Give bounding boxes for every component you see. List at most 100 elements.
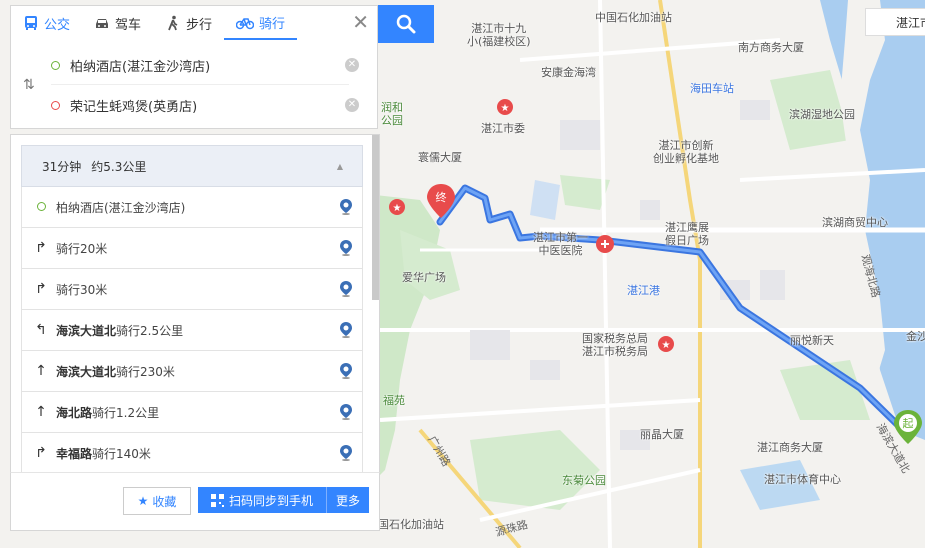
qr-sync-button[interactable]: 扫码同步到手机 xyxy=(198,487,326,513)
svg-text:★: ★ xyxy=(393,203,402,214)
locate-pin-icon[interactable] xyxy=(340,404,352,420)
route-step[interactable]: ↱ 幸福路 骑行140米 xyxy=(21,433,363,474)
clear-start-icon[interactable]: ✕ xyxy=(345,58,359,72)
mode-label: 步行 xyxy=(186,17,213,33)
straight-icon: ↑ xyxy=(35,363,47,379)
route-step[interactable]: 柏纳酒店(湛江金沙湾店) xyxy=(21,187,363,228)
map-label-huanru: 寰儒大厦 xyxy=(418,151,462,164)
step-text: 骑行2.5公里 xyxy=(116,323,184,338)
start-dot-icon xyxy=(51,60,60,70)
map-label-jinshawan: 安康金海湾 xyxy=(541,66,596,79)
mode-bus[interactable]: 公交 xyxy=(11,6,82,40)
mode-label: 驾车 xyxy=(115,17,142,33)
map-label-tiyu: 湛江市体育中心 xyxy=(764,473,841,486)
end-text: 荣记生蚝鸡煲(英勇店) xyxy=(70,99,198,115)
qr-label: 扫码同步到手机 xyxy=(228,493,313,508)
close-icon[interactable]: ✕ xyxy=(352,12,369,32)
map-label-dongju: 东菊公园 xyxy=(562,474,606,487)
end-dot-icon xyxy=(51,100,60,110)
locate-pin-icon[interactable] xyxy=(340,281,352,297)
turn-left-icon: ↰ xyxy=(35,322,47,338)
route-step[interactable]: ↑ 海滨大道北 骑行230米 xyxy=(21,351,363,392)
step-text: 骑行230米 xyxy=(116,364,175,379)
walk-icon xyxy=(168,15,178,31)
map-label-fuyuan: 福苑 xyxy=(383,394,405,407)
map-label-binhu-center: 滨湖商贸中心 xyxy=(822,216,888,229)
locate-pin-icon[interactable] xyxy=(340,240,352,256)
government-icon[interactable]: ★ xyxy=(658,336,674,352)
start-dot-icon xyxy=(30,199,52,215)
step-road: 海北路 xyxy=(56,405,93,420)
svg-text:起: 起 xyxy=(903,417,914,430)
locate-pin-icon[interactable] xyxy=(340,199,352,215)
route-footer: ★ 收藏 扫码同步到手机 更多 xyxy=(10,472,380,531)
bus-icon xyxy=(25,16,37,30)
bike-icon xyxy=(236,18,255,30)
locate-pin-icon[interactable] xyxy=(340,445,352,461)
search-button[interactable] xyxy=(378,5,434,43)
step-road: 海滨大道北 xyxy=(56,364,117,379)
start-text: 柏纳酒店(湛江金沙湾店) xyxy=(70,59,211,75)
map-label-chuangxin: 湛江市创新 创业孵化基地 xyxy=(653,139,719,165)
straight-icon: ↑ xyxy=(35,404,47,420)
route-step[interactable]: ↱ 骑行30米 xyxy=(21,269,363,310)
step-text: 骑行30米 xyxy=(56,282,108,297)
more-label: 更多 xyxy=(335,493,360,508)
route-summary[interactable]: 31分钟 约5.3公里 ▲ xyxy=(21,145,363,187)
svg-text:★: ★ xyxy=(662,340,671,351)
svg-text:终: 终 xyxy=(436,190,447,204)
start-field[interactable]: 柏纳酒店(湛江金沙湾店) ✕ xyxy=(51,46,359,85)
qr-icon xyxy=(210,493,224,507)
route-step[interactable]: ↰ 海滨大道北 骑行2.5公里 xyxy=(21,310,363,351)
route-step[interactable]: ↑ 海北路 骑行1.2公里 xyxy=(21,392,363,433)
step-text: 骑行140米 xyxy=(92,446,151,461)
mode-car[interactable]: 驾车 xyxy=(82,6,153,40)
more-button[interactable]: 更多 xyxy=(326,487,369,513)
map-label-hospital: 湛江市第一 中医医院 xyxy=(533,231,588,257)
duration: 31分钟 xyxy=(42,159,82,174)
government-icon[interactable]: ★ xyxy=(497,99,513,115)
distance: 约5.3公里 xyxy=(91,159,147,174)
hospital-icon[interactable] xyxy=(596,235,614,253)
map-label-tax: 国家税务总局 湛江市税务局 xyxy=(582,332,648,358)
step-road: 幸福路 xyxy=(56,446,93,461)
map-label-liyue: 丽悦新天 xyxy=(790,334,834,347)
mode-label: 公交 xyxy=(44,17,71,33)
city-selector[interactable]: 湛江市 xyxy=(865,8,925,36)
locate-pin-icon[interactable] xyxy=(340,363,352,379)
mode-walk[interactable]: 步行 xyxy=(153,6,224,40)
step-text: 骑行1.2公里 xyxy=(92,405,160,420)
map-label-park: 润和 公园 xyxy=(381,101,403,127)
favorite-button[interactable]: ★ 收藏 xyxy=(123,487,191,515)
star-icon: ★ xyxy=(137,494,149,508)
locate-pin-icon[interactable] xyxy=(340,322,352,338)
government-icon[interactable]: ★ xyxy=(389,199,405,215)
route-inputs: ⇅ 柏纳酒店(湛江金沙湾店) ✕ 荣记生蚝鸡煲(英勇店) ✕ xyxy=(10,40,378,129)
step-text: 柏纳酒店(湛江金沙湾店) xyxy=(56,200,186,215)
step-text: 骑行20米 xyxy=(56,241,108,256)
scrollbar[interactable] xyxy=(372,135,379,300)
swap-icon[interactable]: ⇅ xyxy=(23,77,35,93)
map-label-yingzhan: 湛江鹰展 假日广场 xyxy=(665,221,709,247)
map-label-aihua: 爱华广场 xyxy=(402,271,446,284)
route-step[interactable]: ↱ 骑行20米 xyxy=(21,228,363,269)
map-label-nanfang: 南方商务大厦 xyxy=(738,41,804,54)
car-icon xyxy=(96,19,109,28)
map-label-haitian: 海田车站 xyxy=(690,82,734,95)
pond xyxy=(530,180,560,220)
map-label-shangwu: 湛江商务大厦 xyxy=(757,441,823,454)
map-label-lijing: 丽晶大厦 xyxy=(640,428,684,441)
map-label-binhu-park: 滨湖湿地公园 xyxy=(789,108,855,121)
turn-right-icon: ↱ xyxy=(35,240,47,256)
mode-bike[interactable]: 骑行 xyxy=(224,6,298,40)
clear-end-icon[interactable]: ✕ xyxy=(345,98,359,112)
favorite-label: 收藏 xyxy=(152,494,177,509)
travel-mode-bar: 公交 驾车 步行 骑行 ✕ xyxy=(10,5,378,40)
map-label-shiwei: 湛江市委 xyxy=(481,122,525,135)
turn-right-icon: ↱ xyxy=(35,445,47,461)
step-road: 海滨大道北 xyxy=(56,323,117,338)
end-field[interactable]: 荣记生蚝鸡煲(英勇店) ✕ xyxy=(51,86,359,124)
map-label-school: 湛江市十九 小(福建校区) xyxy=(467,22,531,48)
collapse-icon[interactable]: ▲ xyxy=(337,162,343,171)
svg-text:★: ★ xyxy=(501,103,510,114)
